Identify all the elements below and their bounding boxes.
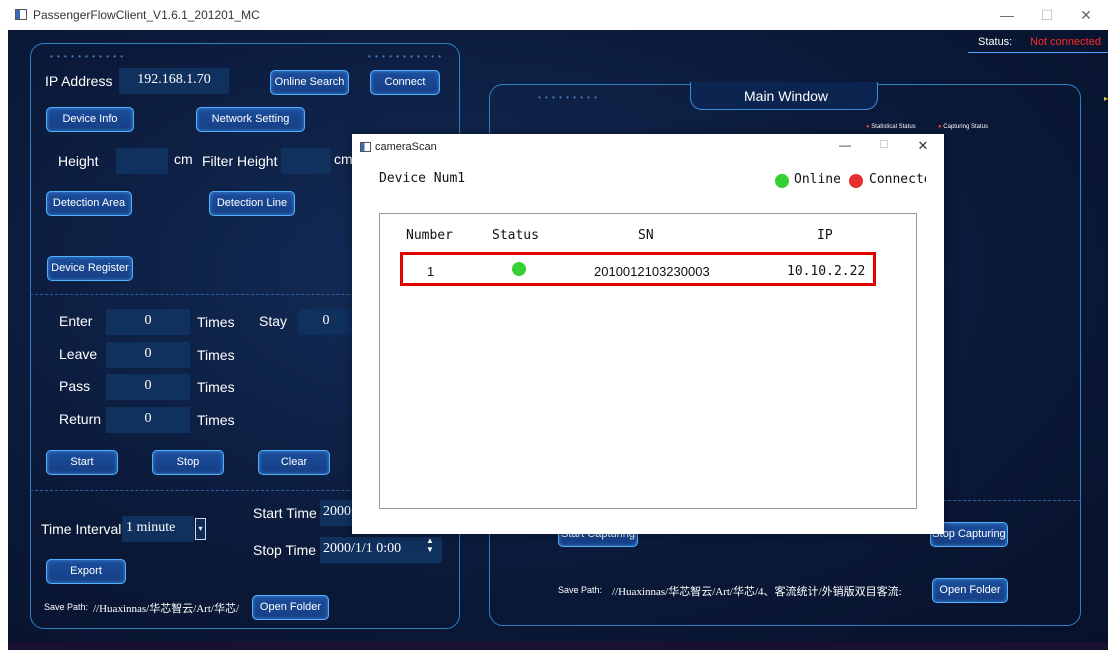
detection-area-button[interactable]: Detection Area — [46, 191, 132, 216]
online-status-icon — [512, 262, 526, 276]
application-window: PassengerFlowClient_V1.6.1_201201_MC — ☐… — [0, 0, 1113, 650]
clear-button[interactable]: Clear — [258, 450, 330, 475]
return-count: 0 — [106, 407, 190, 433]
dialog-close-button[interactable]: ✕ — [913, 138, 933, 154]
status-value: Not connected — [1030, 36, 1101, 48]
leave-unit: Times — [197, 347, 235, 363]
height-input[interactable] — [116, 148, 168, 174]
start-button[interactable]: Start — [46, 450, 118, 475]
connected-legend-label: Connecte — [869, 172, 926, 187]
online-status-icon — [775, 174, 789, 188]
title-bar: PassengerFlowClient_V1.6.1_201201_MC — ☐… — [0, 0, 1113, 30]
stop-button[interactable]: Stop — [152, 450, 224, 475]
close-button[interactable]: ✕ — [1071, 4, 1101, 26]
online-search-button[interactable]: Online Search — [270, 70, 349, 95]
save-path-label: Save Path: — [44, 602, 89, 612]
stop-time-input[interactable]: 2000/1/1 0:00 — [320, 537, 442, 563]
filter-height-input[interactable] — [281, 148, 331, 174]
detection-line-button[interactable]: Detection Line — [209, 191, 295, 216]
online-legend-label: Online — [794, 172, 840, 187]
start-time-label: Start Time — [253, 505, 317, 521]
device-register-button[interactable]: Device Register — [47, 256, 133, 281]
leave-label: Leave — [59, 346, 98, 362]
device-info-button[interactable]: Device Info — [46, 107, 134, 132]
camera-scan-dialog: cameraScan — ☐ ✕ Device Num1 Online Conn… — [352, 134, 944, 534]
statistical-status-text: Statistical Status — [871, 124, 916, 130]
return-unit: Times — [197, 412, 235, 428]
bottom-strip — [8, 642, 1108, 650]
dialog-title: cameraScan — [375, 141, 437, 153]
device-table: Number Status SN IP 1 2010012103230003 1… — [379, 213, 917, 509]
stay-count: 0 — [298, 309, 354, 335]
status-label: Status: — [978, 36, 1013, 48]
legend-capturing: ● Capturing Status — [938, 124, 988, 130]
connected-status-icon — [849, 174, 863, 188]
capturing-status-text: Capturing Status — [943, 124, 988, 130]
maximize-button[interactable]: ☐ — [1032, 4, 1062, 26]
column-header-sn[interactable]: SN — [638, 228, 654, 243]
legend-statistical: ● Statistical Status — [866, 124, 916, 130]
filter-height-unit: cm — [334, 151, 353, 167]
stay-label: Stay — [259, 313, 288, 329]
filter-height-label: Filter Height — [202, 153, 278, 169]
ip-address-input[interactable]: 192.168.1.70 — [119, 68, 229, 94]
window-title: PassengerFlowClient_V1.6.1_201201_MC — [33, 8, 260, 22]
return-label: Return — [59, 411, 102, 427]
time-interval-select[interactable]: 1 minute — [122, 516, 194, 542]
dialog-app-icon — [360, 142, 371, 152]
row-sn: 2010012103230003 — [594, 264, 710, 279]
panel-decoration: • • • • • • • • • • • — [50, 52, 125, 61]
pass-label: Pass — [59, 378, 91, 394]
time-interval-label: Time Interval — [41, 521, 122, 537]
leave-count: 0 — [106, 342, 190, 368]
app-icon — [15, 9, 27, 20]
edge-marker: ▸ — [1104, 94, 1108, 103]
column-header-ip[interactable]: IP — [817, 228, 833, 243]
enter-count: 0 — [106, 309, 190, 335]
save-path-label-right: Save Path: — [558, 585, 603, 595]
status-underline — [968, 52, 1108, 53]
enter-unit: Times — [197, 314, 235, 330]
pass-unit: Times — [197, 379, 235, 395]
main-panel-decoration: • • • • • • • • • — [538, 93, 598, 102]
row-ip: 10.10.2.22 — [787, 264, 866, 279]
spin-arrows-icon[interactable]: ▲ ▼ — [426, 536, 434, 554]
open-folder-button-left[interactable]: Open Folder — [252, 595, 329, 620]
table-row[interactable]: 1 2010012103230003 10.10.2.22 — [400, 252, 876, 286]
dialog-minimize-button[interactable]: — — [835, 138, 855, 152]
chevron-down-icon[interactable]: ▾ — [195, 518, 206, 540]
enter-label: Enter — [59, 313, 93, 329]
stop-time-label: Stop Time — [253, 542, 317, 558]
device-num-label: Device Num1 — [379, 171, 466, 186]
column-header-number[interactable]: Number — [406, 228, 453, 243]
row-number: 1 — [427, 264, 435, 279]
save-path-value: //Huaxinnas/华芯智云/Art/华芯/ — [93, 603, 240, 615]
ip-address-label: IP Address — [45, 73, 113, 89]
height-unit: cm — [174, 151, 193, 167]
column-header-status[interactable]: Status — [492, 228, 539, 243]
panel-decoration-right: • • • • • • • • • • • — [368, 52, 443, 61]
minimize-button[interactable]: — — [992, 4, 1022, 26]
connect-button[interactable]: Connect — [370, 70, 440, 95]
network-setting-button[interactable]: Network Setting — [196, 107, 305, 132]
export-button[interactable]: Export — [46, 559, 126, 584]
height-label: Height — [58, 153, 99, 169]
pass-count: 0 — [106, 374, 190, 400]
main-window-title: Main Window — [744, 88, 829, 104]
dialog-maximize-button[interactable]: ☐ — [874, 138, 894, 151]
save-path-value-right: //Huaxinnas/华芯智云/Art/华芯/4、客流统计/外销版双目客流: — [612, 586, 902, 598]
open-folder-button-right[interactable]: Open Folder — [932, 578, 1008, 603]
